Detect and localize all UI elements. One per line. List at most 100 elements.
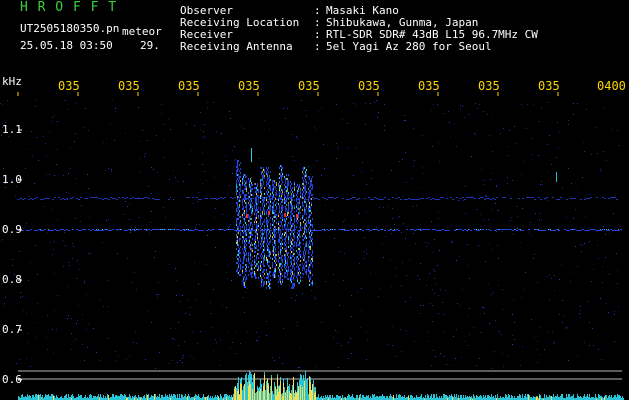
- burst-dot: [304, 209, 305, 211]
- profile-bar: [120, 394, 121, 400]
- noise-dot: [82, 344, 83, 345]
- noise-dot: [434, 278, 435, 279]
- burst-dot: [287, 184, 288, 186]
- burst-dot: [291, 203, 292, 205]
- carrier-dot: [102, 230, 104, 231]
- burst-dot: [272, 266, 273, 268]
- noise-dot: [30, 262, 31, 263]
- burst-dot: [239, 252, 240, 254]
- burst-dot: [273, 208, 274, 210]
- profile-bar: [491, 394, 492, 400]
- burst-dot: [263, 275, 264, 277]
- noise-dot: [597, 153, 598, 154]
- burst-dot: [281, 255, 282, 257]
- burst-dot: [248, 224, 249, 226]
- burst-dot: [297, 190, 298, 192]
- burst-dot: [288, 256, 289, 258]
- profile-bar: [583, 396, 584, 400]
- profile-bar: [125, 395, 126, 400]
- noise-dot: [405, 238, 406, 239]
- noise-dot: [438, 295, 439, 296]
- noise-dot: [338, 367, 339, 368]
- noise-dot: [1, 240, 2, 241]
- burst-dot: [308, 176, 309, 178]
- noise-dot: [232, 150, 233, 151]
- profile-bar: [93, 396, 94, 400]
- noise-dot: [436, 283, 437, 284]
- carrier-dot: [538, 229, 539, 230]
- profile-bar: [153, 396, 154, 400]
- burst-dot: [281, 167, 282, 169]
- noise-dot: [573, 273, 574, 274]
- burst-dot: [256, 189, 257, 191]
- noise-dot: [5, 297, 6, 298]
- burst-dot: [264, 281, 265, 283]
- noise-dot: [571, 183, 572, 184]
- carrier-dot: [612, 230, 614, 231]
- noise-dot: [359, 263, 360, 264]
- burst-dot: [303, 259, 304, 261]
- profile-bar: [247, 382, 248, 400]
- burst-dot: [243, 212, 244, 214]
- noise-dot: [602, 266, 603, 267]
- profile-bar: [512, 396, 513, 400]
- burst-dot: [236, 256, 237, 258]
- carrier-dot: [466, 197, 468, 198]
- burst-dot: [296, 204, 297, 206]
- burst-dot: [306, 265, 307, 267]
- burst-dot: [267, 239, 268, 241]
- carrier-dot: [468, 197, 470, 198]
- burst-dot: [291, 241, 292, 243]
- noise-dot: [151, 193, 152, 194]
- burst-dot: [280, 221, 281, 223]
- noise-dot: [272, 242, 273, 243]
- profile-bar: [586, 396, 587, 400]
- burst-dot: [240, 274, 241, 276]
- burst-dot: [263, 249, 264, 251]
- burst-dot: [293, 265, 294, 267]
- noise-dot: [492, 151, 493, 152]
- noise-dot: [423, 305, 424, 306]
- burst-dot: [293, 287, 294, 289]
- noise-dot: [264, 120, 265, 121]
- noise-dot: [187, 300, 188, 301]
- profile-bar: [497, 394, 498, 400]
- burst-dot: [273, 180, 274, 182]
- carrier-dot: [374, 197, 376, 198]
- burst-dot: [298, 202, 299, 204]
- profile-bar: [152, 396, 153, 400]
- burst-dot: [297, 192, 298, 194]
- burst-dot: [286, 262, 287, 264]
- carrier-dot: [566, 230, 568, 231]
- noise-dot: [106, 138, 107, 139]
- burst-dot: [260, 207, 261, 209]
- burst-dot: [306, 269, 307, 271]
- burst-dot: [251, 248, 252, 250]
- burst-dot: [237, 228, 238, 230]
- noise-dot: [467, 265, 468, 266]
- burst-dot: [250, 246, 251, 248]
- burst-dot: [273, 186, 274, 188]
- profile-bar: [598, 394, 599, 400]
- burst-dot: [257, 249, 258, 251]
- noise-dot: [22, 311, 23, 312]
- noise-dot: [117, 230, 118, 231]
- noise-dot: [53, 249, 54, 250]
- noise-dot: [580, 317, 581, 318]
- profile-bar: [443, 394, 444, 400]
- carrier-dot: [152, 198, 154, 199]
- noise-dot: [534, 254, 535, 255]
- noise-dot: [603, 151, 604, 152]
- carrier-dot: [180, 230, 182, 231]
- noise-dot: [43, 136, 44, 137]
- noise-dot: [138, 197, 139, 198]
- profile-bar: [618, 395, 619, 400]
- carrier-dot: [544, 230, 546, 231]
- burst-dot: [282, 207, 283, 209]
- noise-dot: [496, 185, 497, 186]
- x-tick-label: 035: [478, 79, 500, 93]
- burst-dot: [268, 249, 269, 251]
- noise-dot: [616, 253, 617, 254]
- profile-bar: [246, 373, 247, 400]
- burst-dot: [252, 224, 253, 226]
